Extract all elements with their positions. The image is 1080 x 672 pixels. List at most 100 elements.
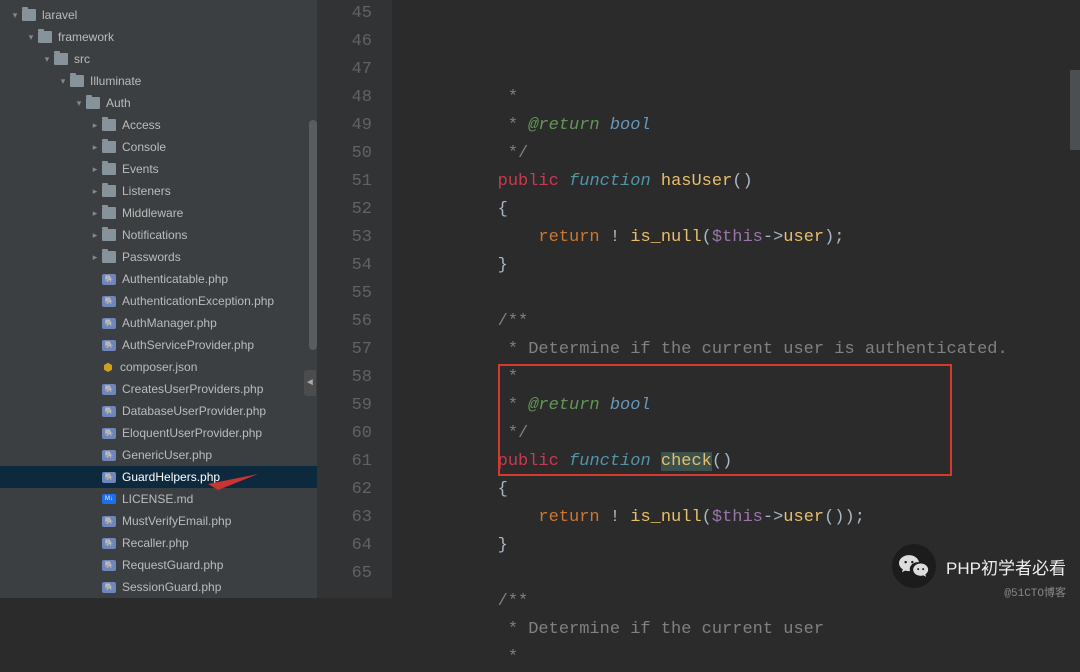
tree-item-label: AuthenticationException.php <box>122 294 274 308</box>
code-line[interactable]: { <box>416 476 1080 504</box>
php-file-icon: 🐘 <box>102 450 116 461</box>
folder-icon <box>22 9 36 21</box>
tree-file[interactable]: 🐘GenericUser.php <box>0 444 317 466</box>
line-number: 53 <box>317 224 372 252</box>
code-line[interactable]: * <box>416 644 1080 672</box>
folder-icon <box>102 207 116 219</box>
tree-item-label: Listeners <box>122 184 171 198</box>
folder-icon <box>102 229 116 241</box>
tree-folder[interactable]: ▸ Console <box>0 136 317 158</box>
tree-file[interactable]: 🐘SessionGuard.php <box>0 576 317 598</box>
tree-file[interactable]: M↓LICENSE.md <box>0 488 317 510</box>
tree-file[interactable]: 🐘DatabaseUserProvider.php <box>0 400 317 422</box>
tree-item-label: LICENSE.md <box>122 492 193 506</box>
chevron-right-icon[interactable]: ▸ <box>88 120 102 131</box>
chevron-down-icon[interactable]: ▾ <box>8 10 22 21</box>
tree-item-label: Passwords <box>122 250 181 264</box>
php-file-icon: 🐘 <box>102 582 116 593</box>
code-line[interactable]: * Determine if the current user <box>416 616 1080 644</box>
chevron-down-icon[interactable]: ▾ <box>40 54 54 65</box>
tree-file[interactable]: ⬢composer.json <box>0 356 317 378</box>
tree-item-label: Console <box>122 140 166 154</box>
tree-file[interactable]: 🐘EloquentUserProvider.php <box>0 422 317 444</box>
tree-item-label: Illuminate <box>90 74 141 88</box>
chevron-down-icon[interactable]: ▾ <box>24 32 38 43</box>
editor-scrollbar[interactable] <box>1070 0 1080 598</box>
code-line[interactable]: return ! is_null($this->user); <box>416 224 1080 252</box>
chevron-down-icon[interactable]: ▾ <box>56 76 70 87</box>
line-number: 49 <box>317 112 372 140</box>
line-number: 62 <box>317 476 372 504</box>
code-line[interactable]: /** <box>416 588 1080 616</box>
chevron-right-icon[interactable]: ▸ <box>88 230 102 241</box>
line-number: 56 <box>317 308 372 336</box>
tree-folder[interactable]: ▾src <box>0 48 317 70</box>
code-line[interactable]: public function check() <box>416 448 1080 476</box>
chevron-right-icon[interactable]: ▸ <box>88 252 102 263</box>
php-file-icon: 🐘 <box>102 428 116 439</box>
chevron-right-icon[interactable]: ▸ <box>88 186 102 197</box>
code-line[interactable]: * @return bool <box>416 112 1080 140</box>
code-line[interactable]: * <box>416 84 1080 112</box>
php-file-icon: 🐘 <box>102 274 116 285</box>
code-area[interactable]: * * @return bool */ public function hasU… <box>392 0 1080 598</box>
tree-file[interactable]: 🐘AuthServiceProvider.php <box>0 334 317 356</box>
code-line[interactable]: */ <box>416 140 1080 168</box>
chevron-down-icon[interactable]: ▾ <box>72 98 86 109</box>
tree-folder[interactable]: ▸ Passwords <box>0 246 317 268</box>
code-line[interactable]: * @return bool <box>416 392 1080 420</box>
line-number: 60 <box>317 420 372 448</box>
code-editor[interactable]: ◄ 45464748495051525354555657585960616263… <box>317 0 1080 598</box>
tree-folder[interactable]: ▸ Notifications <box>0 224 317 246</box>
code-line[interactable]: return ! is_null($this->user()); <box>416 504 1080 532</box>
line-number: 55 <box>317 280 372 308</box>
tree-folder[interactable]: ▸ Access <box>0 114 317 136</box>
code-line[interactable]: * Determine if the current user is authe… <box>416 336 1080 364</box>
tree-file[interactable]: 🐘 Recaller.php <box>0 532 317 554</box>
code-line[interactable]: /** <box>416 308 1080 336</box>
php-file-icon: 🐘 <box>102 538 116 549</box>
tree-folder[interactable]: ▾ laravel <box>0 4 317 26</box>
tree-file[interactable]: 🐘CreatesUserProviders.php <box>0 378 317 400</box>
tree-file[interactable]: 🐘MustVerifyEmail.php <box>0 510 317 532</box>
code-line[interactable]: { <box>416 196 1080 224</box>
tree-folder[interactable]: ▸ Listeners <box>0 180 317 202</box>
tree-folder[interactable]: ▾ framework <box>0 26 317 48</box>
tree-item-label: framework <box>58 30 114 44</box>
tree-file[interactable]: 🐘Authenticatable.php <box>0 268 317 290</box>
tree-file[interactable]: 🐘RequestGuard.php <box>0 554 317 576</box>
line-number: 54 <box>317 252 372 280</box>
php-file-icon: 🐘 <box>102 472 116 483</box>
panel-collapse-button[interactable]: ◄ <box>304 370 316 396</box>
tree-item-label: Recaller.php <box>122 536 189 550</box>
php-file-icon: 🐘 <box>102 296 116 307</box>
chevron-right-icon[interactable]: ▸ <box>88 142 102 153</box>
code-line[interactable]: */ <box>416 420 1080 448</box>
tree-item-label: Access <box>122 118 161 132</box>
tree-item-label: RequestGuard.php <box>122 558 223 572</box>
line-number: 50 <box>317 140 372 168</box>
chevron-right-icon[interactable]: ▸ <box>88 164 102 175</box>
line-number: 52 <box>317 196 372 224</box>
tree-file[interactable]: 🐘 AuthenticationException.php <box>0 290 317 312</box>
code-line[interactable] <box>416 280 1080 308</box>
tree-folder[interactable]: ▾Auth <box>0 92 317 114</box>
tree-folder[interactable]: ▾ Illuminate <box>0 70 317 92</box>
chevron-right-icon[interactable]: ▸ <box>88 208 102 219</box>
tree-item-label: laravel <box>42 8 77 22</box>
folder-icon <box>102 163 116 175</box>
tree-file[interactable]: 🐘AuthManager.php <box>0 312 317 334</box>
tree-item-label: Notifications <box>122 228 187 242</box>
file-tree-panel[interactable]: ▾laravel▾framework▾src▾Illuminate▾Auth▸A… <box>0 0 317 598</box>
folder-icon <box>86 97 100 109</box>
folder-icon <box>102 185 116 197</box>
code-line[interactable]: public function hasUser() <box>416 168 1080 196</box>
sidebar-scrollbar[interactable] <box>309 0 317 598</box>
tree-folder[interactable]: ▸Events <box>0 158 317 180</box>
code-line[interactable]: } <box>416 532 1080 560</box>
code-line[interactable] <box>416 560 1080 588</box>
tree-file[interactable]: 🐘GuardHelpers.php <box>0 466 317 488</box>
code-line[interactable]: } <box>416 252 1080 280</box>
code-line[interactable]: * <box>416 364 1080 392</box>
tree-folder[interactable]: ▸Middleware <box>0 202 317 224</box>
